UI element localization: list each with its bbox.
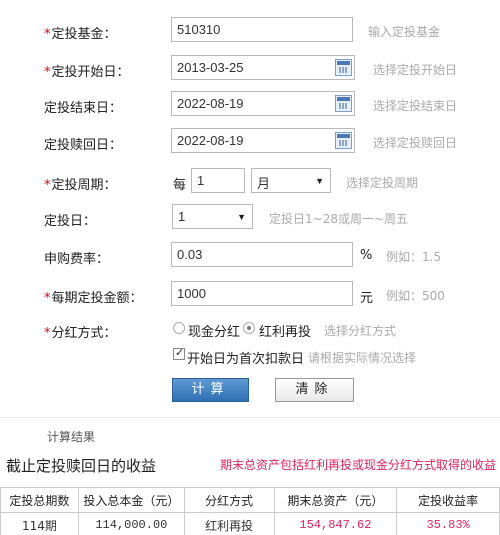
redeem-date-row: 定投赎回日： 2022-08-19 选择定投赎回日 xyxy=(0,128,500,158)
end-date-label: 定投结束日： xyxy=(44,101,123,116)
dividend-row: *分红方式： 现金分红 红利再投 选择分红方式 xyxy=(0,316,500,346)
reinvest-radio[interactable] xyxy=(243,322,255,334)
col-return-rate: 定投收益率 xyxy=(396,487,500,513)
invest-day-hint: 定投日1~28或周一~周五 xyxy=(269,212,409,226)
cell-total-principal: 114,000.00 xyxy=(77,512,185,535)
calendar-icon[interactable] xyxy=(335,59,352,76)
col-final-assets: 期末总资产（元） xyxy=(273,487,398,513)
calendar-icon[interactable] xyxy=(335,95,352,112)
amount-row: *每期定投金额： 1000 元 例如：500 xyxy=(0,281,500,311)
period-count-input[interactable]: 1 xyxy=(191,168,245,193)
cell-dividend-mode: 红利再投 xyxy=(183,512,275,535)
period-row: *定投周期： 每 1 月 ▼ 选择定投周期 xyxy=(0,168,500,198)
fee-row: 申购费率： 0.03 % 例如：1.5 xyxy=(0,242,500,272)
amount-input[interactable]: 1000 xyxy=(171,281,353,306)
fee-label: 申购费率： xyxy=(44,252,110,267)
start-date-row: *定投开始日： 2013-03-25 选择定投开始日 xyxy=(0,55,500,85)
end-date-hint: 选择定投结束日 xyxy=(373,99,458,113)
redeem-date-input[interactable]: 2022-08-19 xyxy=(171,128,355,153)
start-date-label: *定投开始日： xyxy=(44,65,130,80)
fund-input[interactable]: 510310 xyxy=(171,17,353,42)
fee-hint: 例如：1.5 xyxy=(386,250,442,264)
cell-final-assets: 154,847.62 xyxy=(273,512,398,535)
first-day-label[interactable]: 开始日为首次扣款日 xyxy=(187,348,304,367)
result-section-title: 计算结果 xyxy=(47,430,96,444)
start-date-input[interactable]: 2013-03-25 xyxy=(171,55,355,80)
period-unit-select[interactable]: 月 ▼ xyxy=(251,168,331,193)
cell-total-periods: 114期 xyxy=(0,512,79,535)
period-prefix: 每 xyxy=(173,178,187,193)
cash-dividend-label[interactable]: 现金分红 xyxy=(188,321,240,340)
invest-day-row: 定投日： 1 ▼ 定投日1~28或周一~周五 xyxy=(0,204,500,234)
table-header-row: 定投总期数 投入总本金（元） 分红方式 期末总资产（元） 定投收益率 xyxy=(0,487,500,513)
amount-label: *每期定投金额： xyxy=(44,291,143,306)
invest-day-label: 定投日： xyxy=(44,214,97,229)
table-row: 114期 114,000.00 红利再投 154,847.62 35.83% xyxy=(0,512,500,535)
redeem-date-label: 定投赎回日： xyxy=(44,138,123,153)
first-day-hint: 请根据实际情况选择 xyxy=(308,351,417,365)
start-date-hint: 选择定投开始日 xyxy=(373,63,458,77)
period-hint: 选择定投周期 xyxy=(346,176,419,190)
redeem-date-hint: 选择定投赎回日 xyxy=(373,136,458,150)
fund-label: *定投基金： xyxy=(44,27,117,42)
section-divider xyxy=(0,417,500,418)
fund-hint: 输入定投基金 xyxy=(368,25,441,39)
calculate-button[interactable]: 计算 xyxy=(172,378,249,402)
dividend-label: *分红方式： xyxy=(44,326,117,341)
end-date-row: 定投结束日： 2022-08-19 选择定投结束日 xyxy=(0,91,500,121)
cell-return-rate: 35.83% xyxy=(396,512,500,535)
col-total-principal: 投入总本金（元） xyxy=(77,487,185,513)
chevron-down-icon: ▼ xyxy=(315,176,324,186)
fee-input[interactable]: 0.03 xyxy=(171,242,353,267)
fee-unit: % xyxy=(360,248,373,263)
fund-row: *定投基金： 510310 输入定投基金 xyxy=(0,17,500,47)
dividend-hint: 选择分红方式 xyxy=(324,324,397,338)
calendar-icon[interactable] xyxy=(335,132,352,149)
col-dividend-mode: 分红方式 xyxy=(183,487,275,513)
cash-dividend-radio[interactable] xyxy=(173,322,185,334)
result-table: 定投总期数 投入总本金（元） 分红方式 期末总资产（元） 定投收益率 114期 … xyxy=(0,487,500,535)
amount-unit: 元 xyxy=(360,291,374,306)
amount-hint: 例如：500 xyxy=(386,289,445,303)
clear-button[interactable]: 清除 xyxy=(275,378,354,402)
first-day-checkbox[interactable] xyxy=(173,346,185,360)
invest-day-select[interactable]: 1 ▼ xyxy=(172,204,253,229)
first-day-row: 开始日为首次扣款日 请根据实际情况选择 xyxy=(0,343,500,373)
col-total-periods: 定投总期数 xyxy=(0,487,79,513)
result-note: 期末总资产包括红利再投或现金分红方式取得的收益 xyxy=(219,458,496,472)
result-subtitle: 截止定投赎回日的收益 xyxy=(6,457,157,475)
chevron-down-icon: ▼ xyxy=(237,212,246,222)
end-date-input[interactable]: 2022-08-19 xyxy=(171,91,355,116)
period-label: *定投周期： xyxy=(44,178,117,193)
reinvest-label[interactable]: 红利再投 xyxy=(259,321,311,340)
